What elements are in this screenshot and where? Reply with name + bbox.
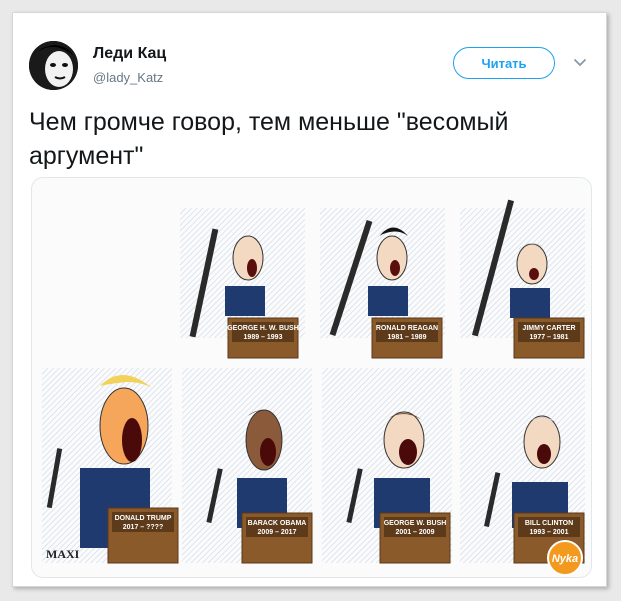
plaque-name: DONALD TRUMP: [115, 515, 172, 522]
plaque-years: 1977 – 1981: [530, 334, 569, 341]
watermark-logo: Nyka: [547, 540, 583, 576]
plaque-years: 1981 – 1989: [388, 334, 427, 341]
plaque-name: RONALD REAGAN: [376, 325, 438, 332]
tweet-text: Чем громче говор, тем меньше "весомый ар…: [29, 108, 509, 170]
tweet-image[interactable]: GEORGE H. W. BUSH 1989 – 1993 RONALD REA…: [31, 177, 592, 578]
avatar[interactable]: [29, 41, 78, 90]
panel-george-hw-bush: GEORGE H. W. BUSH 1989 – 1993: [180, 208, 305, 359]
plaque-name: GEORGE W. BUSH: [384, 520, 447, 527]
panel-donald-trump: DONALD TRUMP 2017 – ???? MAXI: [42, 368, 179, 564]
tweet-card: Леди Кац @lady_Katz Читать Чем громче го…: [12, 12, 607, 587]
plaque-years: 2009 – 2017: [258, 529, 297, 536]
plaque-years: 2017 – ????: [123, 524, 163, 531]
panel-bill-clinton: BILL CLINTON 1993 – 2001: [460, 368, 585, 564]
plaque-years: 1989 – 1993: [244, 334, 283, 341]
logo-text: Nyka: [552, 553, 578, 565]
panel-jimmy-carter: JIMMY CARTER 1977 – 1981: [460, 199, 585, 359]
follow-button[interactable]: Читать: [453, 47, 555, 79]
artist-signature: MAXI: [46, 547, 80, 561]
author-name[interactable]: Леди Кац: [93, 45, 166, 63]
plaque-name: JIMMY CARTER: [522, 325, 575, 332]
panel-barack-obama: BARACK OBAMA 2009 – 2017: [182, 368, 313, 564]
plaque-years: 1993 – 2001: [530, 529, 569, 536]
author-handle[interactable]: @lady_Katz: [93, 70, 163, 85]
plaque-name: GEORGE H. W. BUSH: [227, 325, 299, 332]
panel-george-w-bush: GEORGE W. BUSH 2001 – 2009: [322, 368, 452, 564]
plaque-years: 2001 – 2009: [396, 529, 435, 536]
panel-ronald-reagan: RONALD REAGAN 1981 – 1989: [320, 208, 445, 359]
chevron-down-icon[interactable]: [572, 55, 588, 71]
cartoon-illustration: GEORGE H. W. BUSH 1989 – 1993 RONALD REA…: [42, 199, 585, 576]
plaque-name: BILL CLINTON: [525, 520, 573, 527]
plaque-name: BARACK OBAMA: [248, 520, 307, 527]
